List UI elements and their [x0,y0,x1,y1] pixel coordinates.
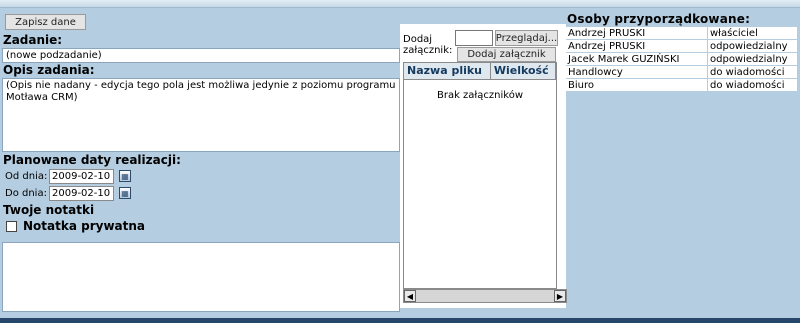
person-role: odpowiedzialny [707,52,797,66]
private-note-label: Notatka prywatna [23,219,146,233]
person-role: właściciel [707,27,797,40]
description-field: (Opis nie nadany - edycja tego pola jest… [2,78,400,152]
person-name: Jacek Marek GUZIŃSKI [566,52,708,66]
add-attachment-label-line1: Dodaj [403,34,433,45]
assigned-people-table: Andrzej PRUSKI właściciel Andrzej PRUSKI od… [566,27,797,92]
notes-textarea[interactable] [2,242,400,312]
bottom-bar [0,318,800,323]
attachments-table-header: Nazwa pliku Wielkość [404,63,556,80]
planned-dates-heading: Planowane daty realizacji: [3,153,181,167]
attachments-table: Nazwa pliku Wielkość Brak załączników [403,62,557,289]
person-name: Andrzej PRUSKI [566,39,708,53]
people-row: Biuro do wiadomości [566,78,797,92]
person-role: odpowiedzialny [707,39,797,53]
col-size[interactable]: Wielkość [490,63,556,79]
task-name-field[interactable]: (nowe podzadanie) [2,48,400,63]
person-role: do wiadomości [707,65,797,79]
calendar-icon[interactable]: ▦ [119,187,131,199]
people-row: Handlowcy do wiadomości [566,65,797,79]
notes-heading: Twoje notatki [3,203,95,217]
description-heading: Opis zadania: [3,63,95,77]
scroll-right-icon[interactable]: ▶ [554,290,566,302]
people-row: Andrzej PRUSKI odpowiedzialny [566,39,797,53]
people-row: Jacek Marek GUZIŃSKI odpowiedzialny [566,52,797,66]
scroll-left-icon[interactable]: ◀ [404,290,416,302]
col-file-name[interactable]: Nazwa pliku [404,63,491,79]
file-path-input[interactable] [455,30,493,46]
no-attachments-text: Brak załączników [436,90,523,101]
save-button[interactable]: Zapisz dane [5,14,86,30]
top-bar [0,0,800,8]
add-attachment-button[interactable]: Dodaj załącznik [457,47,556,62]
person-name: Biuro [566,78,708,92]
person-name: Andrzej PRUSKI [566,27,708,40]
calendar-icon[interactable]: ▦ [119,170,131,182]
browse-button[interactable]: Przeglądaj... [495,30,558,46]
date-to-label: Do dnia: [5,188,47,199]
date-from-input[interactable]: 2009-02-10 [49,169,114,184]
horizontal-scrollbar[interactable]: ◀ ▶ [403,289,567,303]
private-note-checkbox[interactable] [6,221,17,232]
add-attachment-label-line2: załącznik: [403,45,453,56]
date-to-input[interactable]: 2009-02-10 [49,186,114,201]
add-attachment-label: Dodaj załącznik: [403,34,452,56]
people-row: Andrzej PRUSKI właściciel [566,27,797,40]
task-heading: Zadanie: [3,33,63,47]
date-from-label: Od dnia: [5,171,48,182]
person-name: Handlowcy [566,65,708,79]
assigned-people-heading: Osoby przyporządkowane: [567,12,751,26]
person-role: do wiadomości [707,78,797,92]
